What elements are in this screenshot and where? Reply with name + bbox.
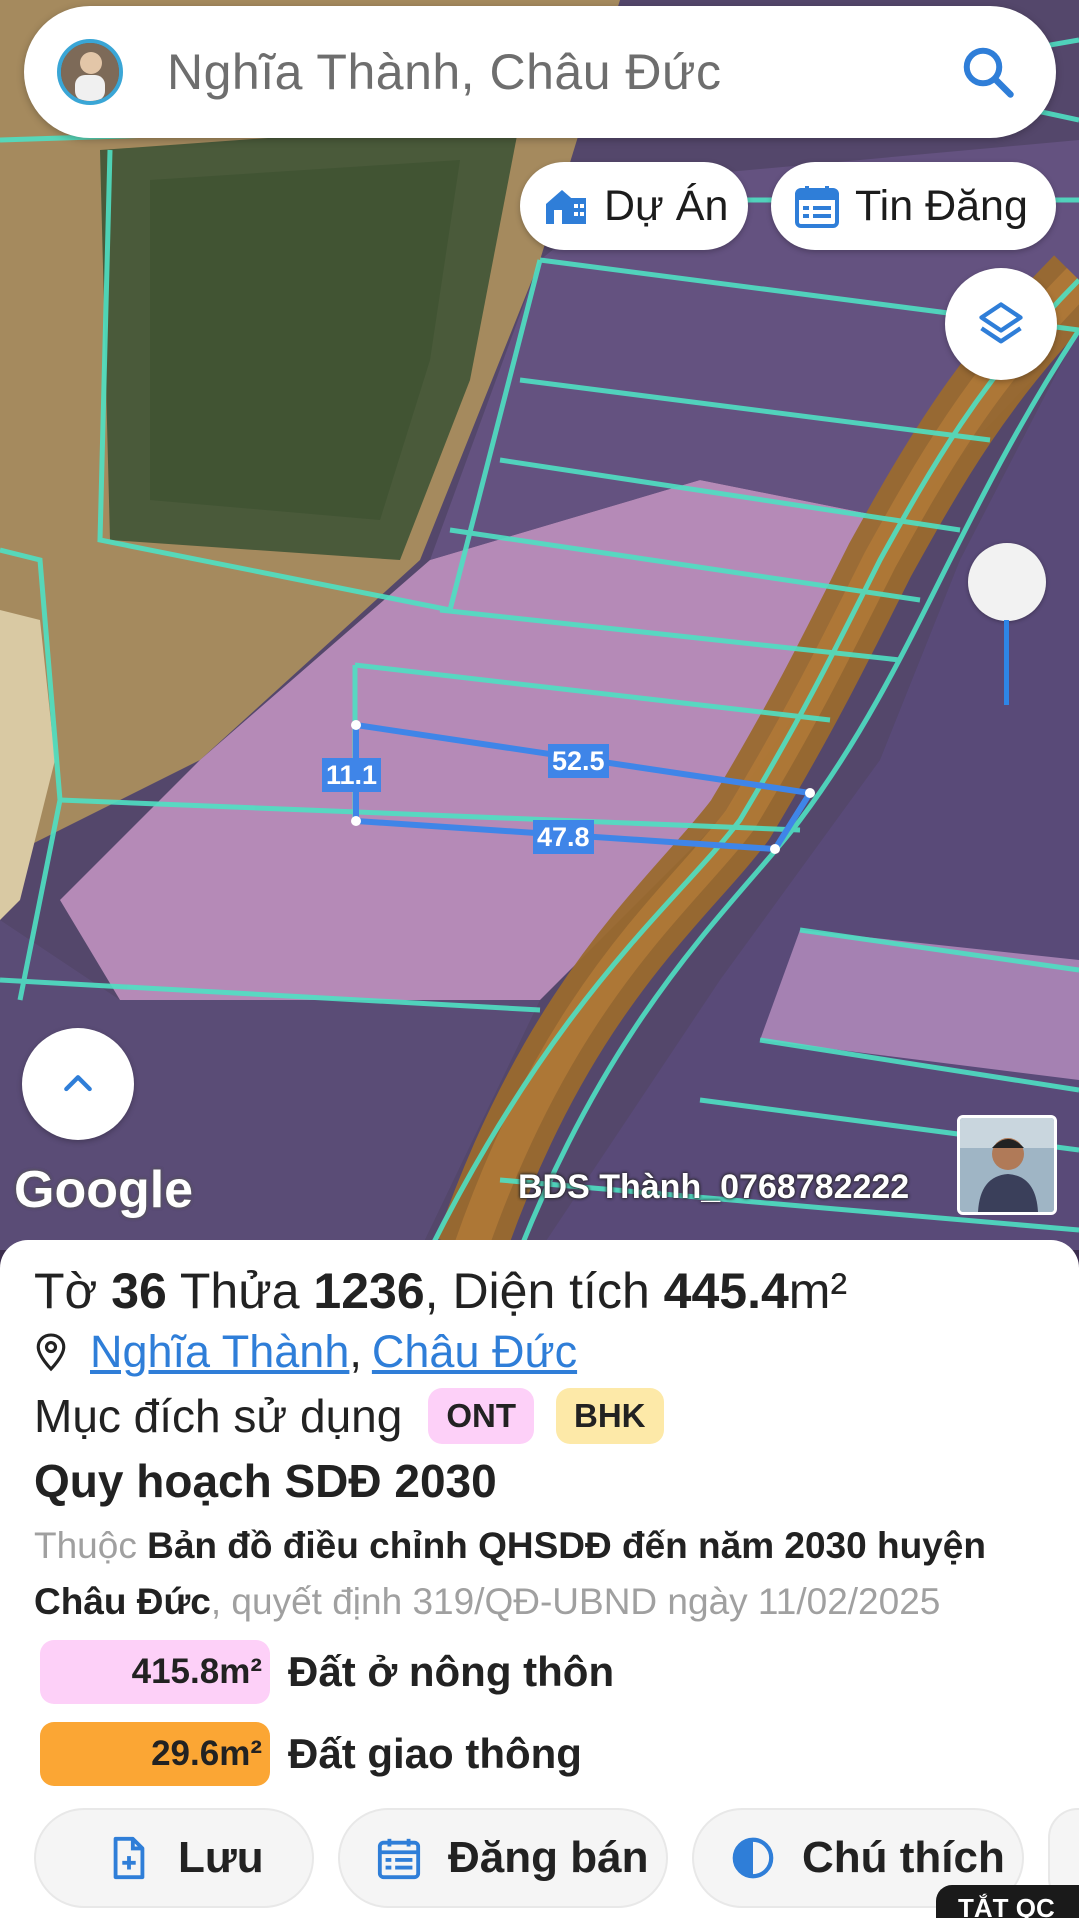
chevron-up-icon [64,1075,92,1092]
user-avatar[interactable] [57,39,123,105]
district-link[interactable]: Châu Đức [372,1326,577,1378]
dimension-label-top: 52.5 [548,744,609,778]
profile-photo[interactable] [957,1115,1057,1215]
zoom-slider-handle[interactable] [968,543,1046,621]
search-icon[interactable] [958,42,1018,102]
post-listing-button[interactable]: Đăng bán [338,1808,668,1908]
area-label-traffic: Đất giao thông [288,1730,582,1777]
expand-sheet-button[interactable] [22,1028,134,1140]
avatar-image [61,43,119,101]
area-value: 445.4 [663,1263,789,1319]
plot-number: 1236 [313,1263,425,1319]
area-chip-traffic: 29.6m² [40,1722,270,1786]
projects-label: Dự Án [604,181,729,230]
listings-label: Tin Đăng [855,181,1028,230]
map-view[interactable]: 52.5 11.1 47.8 Nghĩa Thành, Châu Đức Dự … [0,0,1079,1250]
save-button[interactable]: Lưu [34,1808,314,1908]
ad-toggle-badge[interactable]: TẮT QC [936,1885,1079,1918]
ward-link[interactable]: Nghĩa Thành [90,1326,349,1378]
plot-prefix: Thửa [179,1263,300,1319]
file-add-icon [113,1836,145,1880]
location-separator: , [349,1326,362,1377]
google-logo: Google [14,1161,194,1219]
dimension-label-left: 11.1 [322,758,382,792]
search-bar[interactable]: Nghĩa Thành, Châu Đức [24,6,1056,138]
projects-button[interactable]: Dự Án [520,162,748,250]
usage-label: Mục đích sử dụng [34,1390,403,1442]
sheet-number: 36 [111,1263,167,1319]
location-pin-icon [36,1333,66,1372]
calendar-list-icon [377,1838,421,1880]
usage-row: Mục đích sử dụng ONT BHK [34,1388,664,1444]
map-watermark: BDS Thành_0768782222 [518,1168,910,1206]
parcel-info-sheet: Tờ 36 Thửa 1236, Diện tích 445.4m² Nghĩa… [0,1240,1079,1918]
location-row: Nghĩa Thành, Châu Đức [34,1326,577,1378]
area-chip-residential: 415.8m² [40,1640,270,1704]
area-unit: m² [788,1263,848,1319]
calendar-list-icon [795,186,839,228]
dimension-label-bottom: 47.8 [533,820,594,854]
contrast-icon [732,1837,774,1879]
listings-button[interactable]: Tin Đăng [771,162,1056,250]
post-listing-label: Đăng bán [448,1833,649,1882]
usage-tag-bhk[interactable]: BHK [556,1388,664,1444]
usage-tag-ont[interactable]: ONT [428,1388,534,1444]
search-input[interactable]: Nghĩa Thành, Châu Đức [167,43,958,101]
planning-decision: , quyết định 319/QĐ-UBND ngày 11/02/2025 [210,1581,941,1622]
parcel-header: Tờ 36 Thửa 1236, Diện tích 445.4m² [34,1262,847,1320]
building-icon [546,190,586,224]
planning-desc-prefix: Thuộc [34,1525,137,1566]
zoom-slider-track[interactable] [1004,620,1009,705]
planning-description: Thuộc Bản đồ điều chỉnh QHSDĐ đến năm 20… [34,1518,1054,1630]
save-label: Lưu [178,1833,264,1882]
area-row-traffic: 29.6m² Đất giao thông [40,1722,582,1786]
sheet-prefix: Tờ [34,1263,98,1319]
layers-button[interactable] [945,268,1057,380]
planning-title: Quy hoạch SDĐ 2030 [34,1455,497,1507]
area-label-residential: Đất ở nông thôn [288,1648,615,1695]
area-prefix: , Diện tích [424,1263,650,1319]
profile-photo-image [960,1118,1054,1212]
legend-label: Chú thích [802,1833,1005,1882]
layers-icon [979,302,1023,344]
area-row-residential: 415.8m² Đất ở nông thôn [40,1640,614,1704]
